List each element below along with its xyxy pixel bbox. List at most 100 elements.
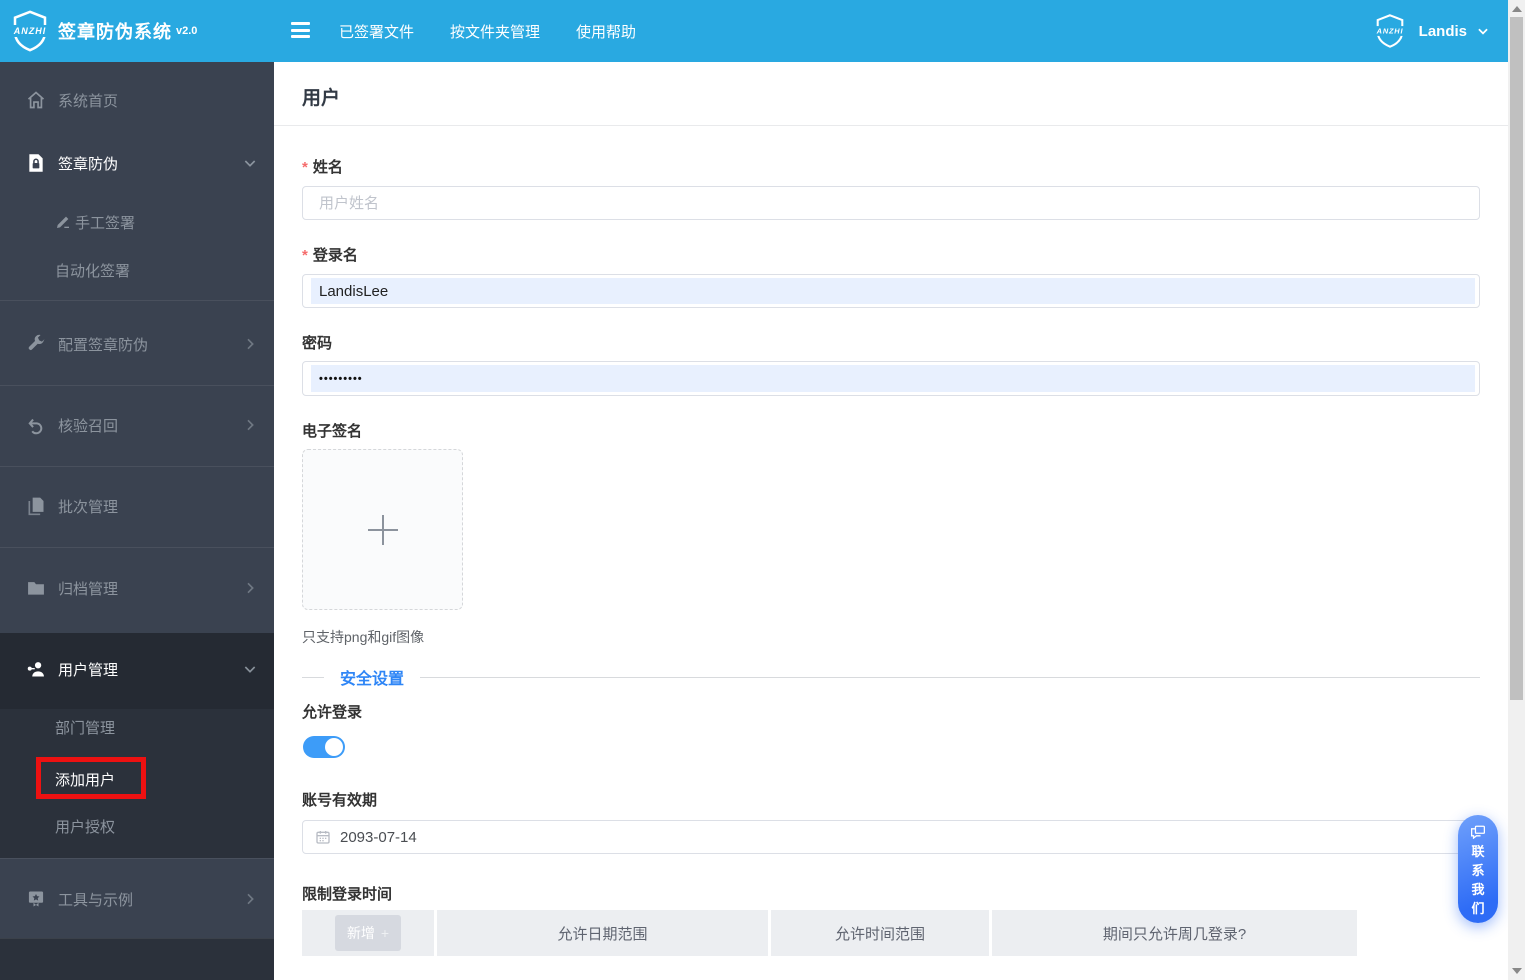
nav-signed-files[interactable]: 已签署文件 [339,21,414,42]
chevron-right-icon [247,338,254,350]
app-logo: ANZHI [7,9,53,53]
folder-icon [28,582,44,595]
main-content: 用户 *姓名 *登录名 密码 ••••••••• 电子签名 只支持png和gif… [274,62,1508,980]
sidebar-divider [0,385,274,386]
table-header-weekday: 期间只允许周几登录? [992,910,1357,956]
esignature-label: 电子签名 [302,423,363,440]
sidebar-item-home[interactable]: 系统首页 [0,80,274,120]
esignature-upload-box[interactable] [302,449,463,610]
sidebar-divider [0,466,274,467]
toggle-knob [325,738,343,756]
sidebar-item-label: 添加用户 [55,771,116,789]
sidebar-item-user-management[interactable]: 用户管理 [0,649,274,689]
chevron-down-icon [244,160,256,167]
sidebar-item-batch-management[interactable]: 批次管理 [0,486,274,526]
login-input[interactable] [302,274,1480,308]
scrollbar-down-icon[interactable] [1512,968,1522,974]
sidebar-divider [0,547,274,548]
table-header-time-range: 允许时间范围 [771,910,989,956]
name-input[interactable] [302,186,1480,220]
sidebar-item-label: 归档管理 [58,580,119,598]
table-header-date-range: 允许日期范围 [437,910,768,956]
pen-icon [57,216,69,228]
name-label: * 姓名 [302,159,343,176]
add-row-button[interactable]: 新增 + [334,915,402,951]
required-mark: * [302,247,308,264]
user-key-icon [27,662,44,677]
sidebar-item-tools-examples[interactable]: 工具与示例 [0,879,274,919]
password-input[interactable]: ••••••••• [302,361,1480,396]
app-title: 签章防伪系统 [58,22,172,42]
sidebar-item-add-user[interactable]: 添加用户 [0,759,274,799]
password-label: 密码 [302,335,333,352]
contact-us-button[interactable]: 联系我们 [1458,815,1498,923]
sidebar-item-label: 核验召回 [58,417,119,435]
chevron-right-icon [247,582,254,594]
required-mark: * [302,159,308,176]
sidebar-item-archive-management[interactable]: 归档管理 [0,568,274,608]
calendar-icon [316,831,330,844]
sidebar-item-department-management[interactable]: 部门管理 [0,707,274,747]
badge-icon [28,891,44,907]
pages-icon [28,497,44,516]
restrict-login-table: 新增 + 允许日期范围 允许时间范围 期间只允许周几登录? [302,910,1357,956]
validity-date-value: 2093-07-14 [340,828,417,846]
logo-text: ANZHI [1370,26,1409,36]
security-section-title: 安全设置 [340,671,405,688]
validity-label: 账号有效期 [302,792,378,809]
scrollbar-thumb[interactable] [1510,17,1523,700]
login-label: * 登录名 [302,247,358,264]
sidebar-item-label: 部门管理 [55,719,116,737]
sidebar-divider [0,938,274,939]
file-lock-icon [29,154,43,172]
contact-us-label: 联系我们 [1471,844,1485,916]
sidebar-divider [0,300,274,301]
chevron-right-icon [247,893,254,905]
wrench-icon [28,334,45,350]
sidebar-item-seal-antifake[interactable]: 签章防伪 [0,143,274,183]
sidebar-item-label: 自动化签署 [55,262,131,280]
home-icon [27,91,45,109]
sidebar-item-auto-sign[interactable]: 自动化签署 [0,250,274,290]
top-bar: ANZHI 签章防伪系统 v2.0 已签署文件 按文件夹管理 使用帮助 ANZH… [0,0,1508,62]
page-title: 用户 [302,88,341,109]
sidebar-item-verify-recall[interactable]: 核验召回 [0,405,274,445]
user-logo: ANZHI [1370,13,1409,49]
sidebar-divider [0,858,274,859]
sidebar-item-user-authorization[interactable]: 用户授权 [0,806,274,846]
security-section-divider: 安全设置 [302,666,1480,688]
sidebar: 系统首页 签章防伪 手工签署 自动化签署 配置签章防伪 核验召回 批次管理 归档… [0,62,274,980]
nav-help[interactable]: 使用帮助 [576,21,636,42]
sidebar-item-label: 配置签章防伪 [58,336,149,354]
chevron-down-icon [1478,28,1488,35]
logo-text: ANZHI [7,25,53,37]
app-brand: ANZHI 签章防伪系统 v2.0 [7,8,198,54]
chevron-right-icon [247,419,254,431]
page-header: 用户 [274,62,1508,126]
sidebar-item-label: 签章防伪 [58,155,119,173]
chevron-down-icon [244,666,256,673]
table-header-cell: 新增 + [302,910,434,956]
top-navigation: 已签署文件 按文件夹管理 使用帮助 [339,0,636,62]
app-version: v2.0 [176,25,198,37]
sidebar-item-label: 用户管理 [58,661,119,679]
chat-icon [1471,825,1485,839]
sidebar-item-config-antifake[interactable]: 配置签章防伪 [0,324,274,364]
allow-login-toggle[interactable] [303,736,345,758]
restrict-login-label: 限制登录时间 [302,886,393,903]
plus-icon: + [380,925,390,941]
page-scrollbar[interactable] [1508,0,1525,980]
sidebar-item-label: 工具与示例 [58,891,134,909]
scrollbar-up-icon[interactable] [1512,6,1522,12]
undo-icon [28,418,43,435]
sidebar-item-label: 批次管理 [58,498,119,516]
user-menu[interactable]: ANZHI Landis [1370,8,1490,54]
sidebar-item-manual-sign[interactable]: 手工签署 [0,202,274,242]
hamburger-menu-icon[interactable] [291,22,310,38]
sidebar-item-label: 用户授权 [55,818,116,836]
user-name: Landis [1418,22,1467,40]
validity-date-input[interactable]: 2093-07-14 [302,820,1480,854]
nav-folder-management[interactable]: 按文件夹管理 [450,21,540,42]
sidebar-bottom-strip [0,938,274,980]
sidebar-item-label: 系统首页 [58,92,119,110]
